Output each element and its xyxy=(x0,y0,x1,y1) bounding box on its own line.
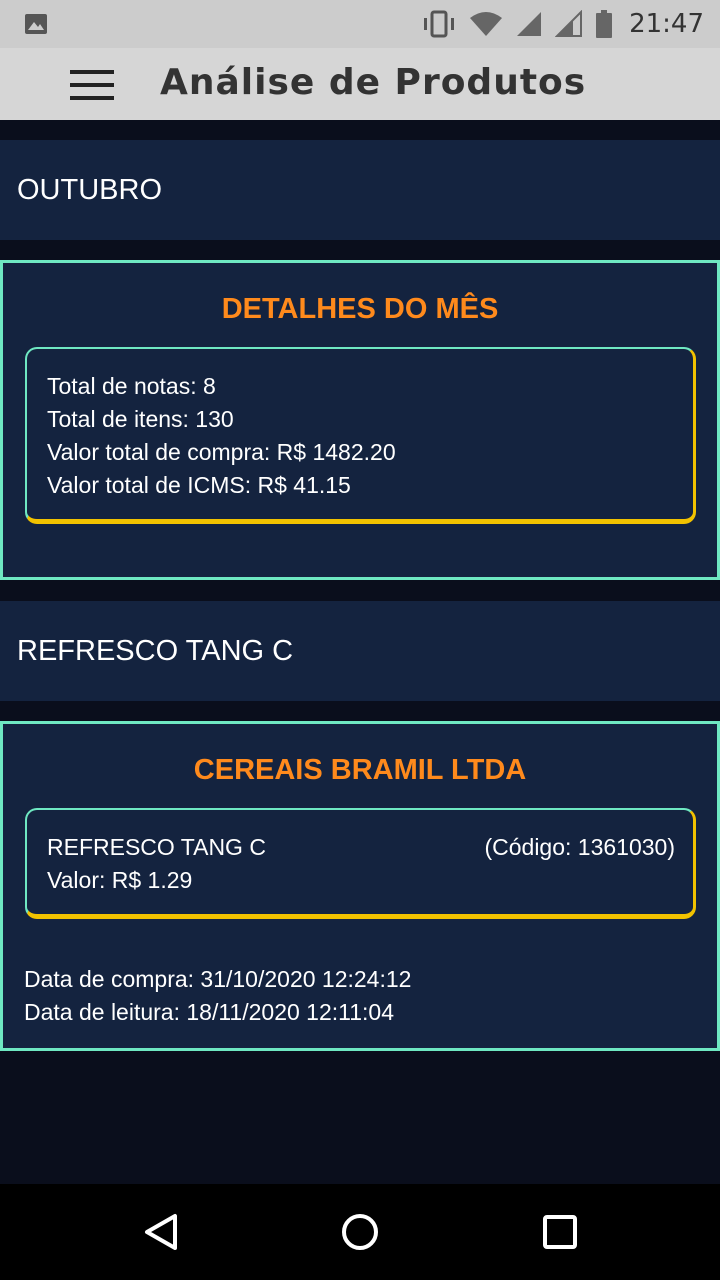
supplier-name: CEREAIS BRAMIL LTDA xyxy=(193,754,527,786)
back-icon[interactable] xyxy=(130,1202,190,1262)
total-notes: Total de notas: 8 xyxy=(47,373,216,399)
total-icms-value: Valor total de ICMS: R$ 41.15 xyxy=(47,472,351,498)
app-title: Análise de Produtos xyxy=(160,62,587,103)
image-icon xyxy=(25,14,47,34)
app-bar: Análise de Produtos xyxy=(0,48,720,120)
battery-icon xyxy=(596,10,613,38)
recents-icon[interactable] xyxy=(530,1202,590,1262)
read-date: Data de leitura: 18/11/2020 12:11:04 xyxy=(24,999,394,1025)
month-summary-box: Total de notas: 8 Total de itens: 130 Va… xyxy=(25,347,696,524)
month-details-title: DETALHES DO MÊS xyxy=(221,293,499,325)
status-bar: 21:47 xyxy=(0,0,720,48)
signal-icon xyxy=(555,10,583,37)
product-value: Valor: R$ 1.29 xyxy=(47,867,193,893)
home-icon[interactable] xyxy=(330,1202,390,1262)
navigation-bar xyxy=(0,1184,720,1280)
status-time: 21:47 xyxy=(629,9,704,39)
month-header[interactable]: OUTUBRO xyxy=(0,140,720,240)
product-info-box: REFRESCO TANG C (Código: 1361030) Valor:… xyxy=(25,808,696,919)
menu-icon[interactable] xyxy=(70,70,114,100)
vibrate-icon xyxy=(424,10,455,38)
month-details-card: DETALHES DO MÊS Total de notas: 8 Total … xyxy=(0,260,720,580)
product-header[interactable]: REFRESCO TANG C xyxy=(0,601,720,701)
product-card: CEREAIS BRAMIL LTDA REFRESCO TANG C (Cód… xyxy=(0,721,720,1051)
month-label: OUTUBRO xyxy=(17,174,162,206)
wifi-icon xyxy=(470,12,503,36)
product-header-label: REFRESCO TANG C xyxy=(17,635,294,667)
product-name: REFRESCO TANG C xyxy=(47,834,266,860)
purchase-date: Data de compra: 31/10/2020 12:24:12 xyxy=(24,966,412,992)
signal-icon xyxy=(517,12,542,36)
total-purchase-value: Valor total de compra: R$ 1482.20 xyxy=(47,439,396,465)
product-code: (Código: 1361030) xyxy=(484,834,675,860)
total-items: Total de itens: 130 xyxy=(47,406,234,432)
